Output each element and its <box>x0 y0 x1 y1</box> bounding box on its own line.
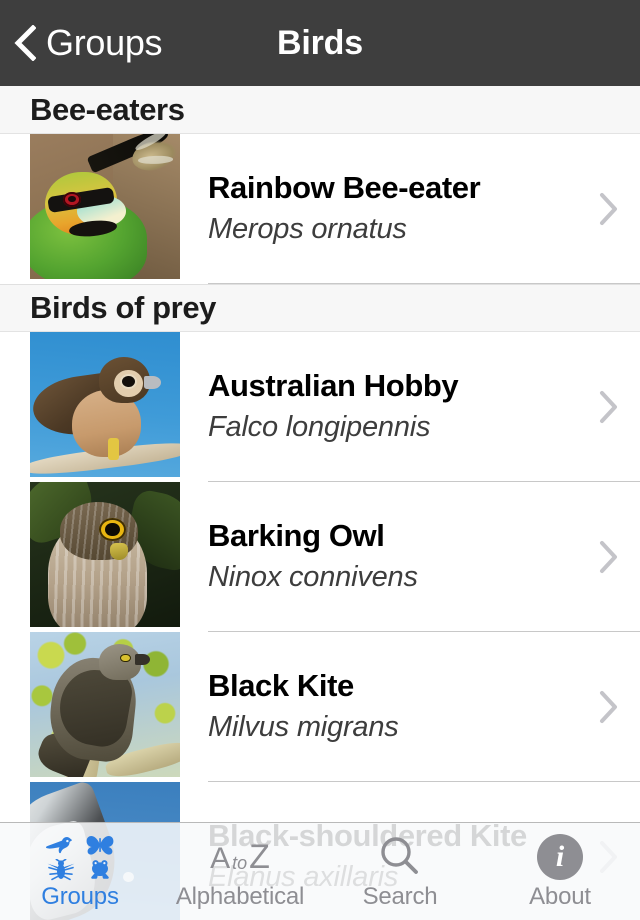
info-glyph: i <box>537 834 583 880</box>
scientific-name: Falco longipennis <box>208 411 431 444</box>
tab-search[interactable]: Search <box>320 823 480 920</box>
info-circle-icon: i <box>537 831 583 883</box>
list-item-body: Rainbow Bee-eater Merops ornatus <box>208 134 640 284</box>
insect-icon <box>47 858 74 880</box>
a-to-z-icon: A to Z <box>210 831 270 883</box>
tab-label: Groups <box>41 883 119 910</box>
animal-groups-icon <box>42 831 118 883</box>
chevron-left-icon <box>14 25 36 61</box>
frog-icon <box>90 859 109 879</box>
tab-label: Search <box>362 883 438 910</box>
a-to-z-letter-z: Z <box>249 838 270 876</box>
black-kite-photo <box>30 632 180 777</box>
section-title: Birds of prey <box>30 290 217 325</box>
tab-about[interactable]: i About <box>480 823 640 920</box>
navigation-bar: Groups Birds <box>0 0 640 86</box>
section-header-birds-of-prey: Birds of prey <box>0 284 640 332</box>
common-name: Barking Owl <box>208 518 385 554</box>
section-title: Bee-eaters <box>30 91 185 127</box>
butterfly-icon <box>86 835 113 855</box>
bird-icon <box>45 836 72 853</box>
barking-owl-photo <box>30 482 180 627</box>
scientific-name: Milvus migrans <box>208 711 399 744</box>
list-item-body: Australian Hobby Falco longipennis <box>208 332 640 482</box>
rainbow-bee-eater-photo <box>30 134 180 279</box>
bird-list[interactable]: Bee-eaters Rainbow Bee-eater Merops orna… <box>0 86 640 920</box>
bird-guide-app: Groups Birds Bee-eaters Rainbow Bee-eate… <box>0 0 640 920</box>
scientific-name: Merops ornatus <box>208 213 407 246</box>
list-item[interactable]: Rainbow Bee-eater Merops ornatus <box>0 134 640 284</box>
common-name: Australian Hobby <box>208 368 459 404</box>
a-to-z-word-to: to <box>232 853 248 873</box>
a-to-z-letter-a: A <box>210 842 231 875</box>
search-icon <box>376 831 424 883</box>
chevron-right-icon <box>600 541 617 573</box>
section-header-bee-eaters: Bee-eaters <box>0 86 640 134</box>
tab-label: About <box>529 883 591 910</box>
scientific-name: Ninox connivens <box>208 561 418 594</box>
list-item[interactable]: Barking Owl Ninox connivens <box>0 482 640 632</box>
common-name: Black Kite <box>208 668 354 704</box>
tab-label: Alphabetical <box>175 883 305 910</box>
row-separator <box>208 283 640 284</box>
tab-groups[interactable]: Groups <box>0 823 160 920</box>
list-item[interactable]: Australian Hobby Falco longipennis <box>0 332 640 482</box>
chevron-right-icon <box>600 193 617 225</box>
back-button[interactable]: Groups <box>14 0 172 86</box>
australian-hobby-photo <box>30 332 180 477</box>
tab-bar: Groups A to Z Alphabetical Search i Abou… <box>0 822 640 920</box>
back-button-label: Groups <box>46 22 163 63</box>
list-item-body: Black Kite Milvus migrans <box>208 632 640 782</box>
chevron-right-icon <box>600 391 617 423</box>
tab-alphabetical[interactable]: A to Z Alphabetical <box>160 823 320 920</box>
chevron-right-icon <box>600 691 617 723</box>
list-item[interactable]: Black Kite Milvus migrans <box>0 632 640 782</box>
list-item-body: Barking Owl Ninox connivens <box>208 482 640 632</box>
common-name: Rainbow Bee-eater <box>208 170 481 206</box>
